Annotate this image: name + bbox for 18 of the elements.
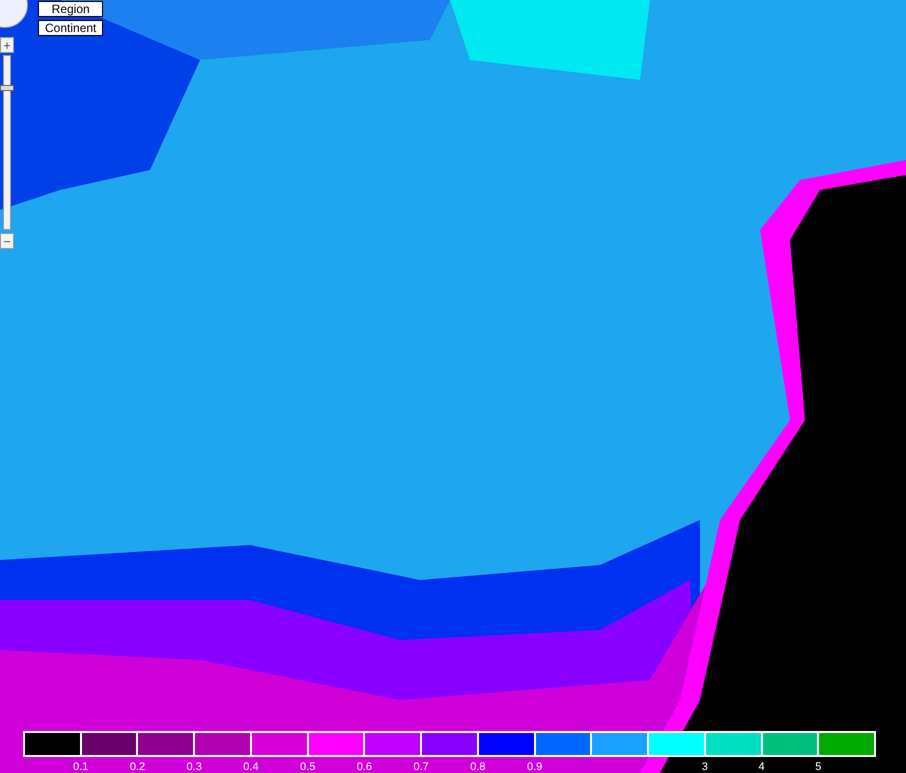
legend-tick-label: 0.4 — [242, 761, 260, 773]
legend-tick-label: 0.3 — [186, 761, 203, 773]
zoom-in-button[interactable]: + — [0, 37, 14, 53]
legend-tick-label: 0.6 — [356, 761, 374, 773]
zoom-out-button[interactable]: − — [0, 233, 14, 249]
legend-tick-label: 5 — [814, 761, 822, 773]
map-type-button[interactable]: Region — [38, 1, 104, 17]
legend-tick-label: 0.2 — [128, 761, 146, 773]
zoom-slider-handle[interactable] — [0, 84, 14, 91]
legend-tick-label: 0.8 — [469, 761, 487, 773]
legend-tick-label: 4 — [757, 761, 766, 773]
legend-tick-label: 0.9 — [526, 761, 544, 773]
legend-tick-label: 0.7 — [412, 761, 430, 773]
legend-tick-label: 3 — [700, 761, 709, 773]
zoom-slider-track[interactable] — [3, 55, 11, 230]
legend-tick-label: 0.1 — [72, 761, 90, 773]
map-type-button[interactable]: Continent — [38, 20, 104, 36]
legend-tick-label: 0.5 — [299, 761, 316, 773]
